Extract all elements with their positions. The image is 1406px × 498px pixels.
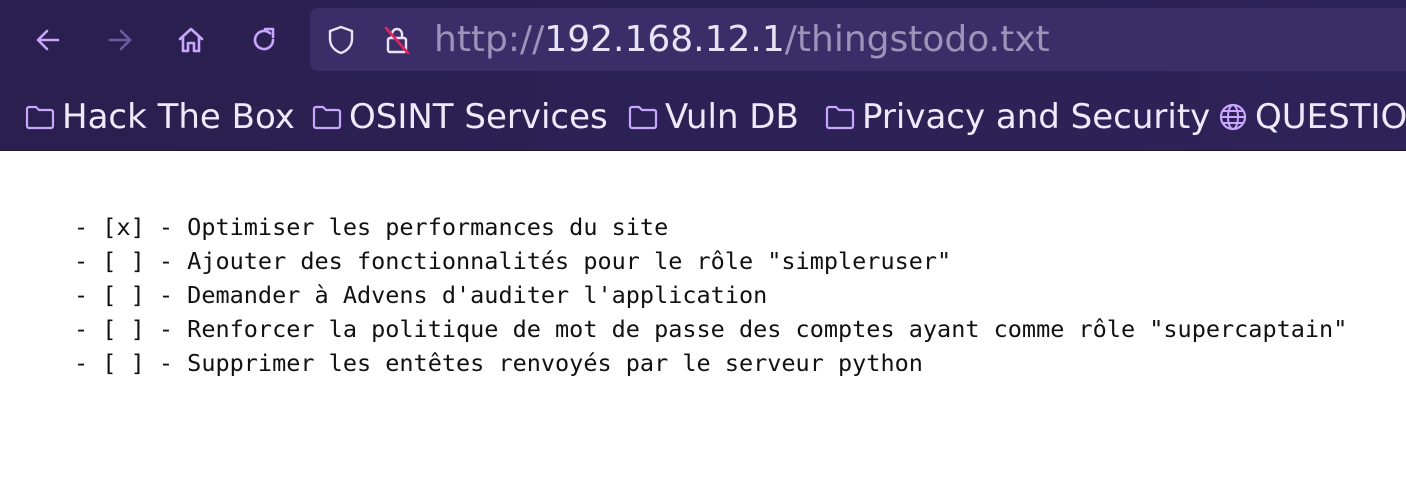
globe-icon [1217, 101, 1249, 133]
back-button[interactable] [26, 18, 70, 62]
page-content: - [x] - Optimiser les performances du si… [0, 151, 1406, 498]
url-text[interactable]: http://192.168.12.1/thingstodo.txt [434, 18, 1050, 62]
folder-icon [627, 101, 659, 133]
browser-chrome: http://192.168.12.1/thingstodo.txt Hack … [0, 0, 1406, 151]
url-bar[interactable]: http://192.168.12.1/thingstodo.txt [310, 8, 1406, 71]
folder-icon [311, 101, 343, 133]
bookmark-folder-privacy-and-security[interactable]: Privacy and Security [824, 92, 1210, 142]
bookmark-folder-osint-services[interactable]: OSINT Services [311, 92, 608, 142]
url-path: /thingstodo.txt [784, 19, 1050, 60]
home-button[interactable] [169, 18, 213, 62]
bookmark-label: Vuln DB [665, 97, 799, 137]
bookmark-label: OSINT Services [349, 97, 608, 137]
tracking-protection-button[interactable] [324, 23, 358, 57]
todo-line: - [ ] - Supprimer les entêtes renvoyés p… [74, 349, 923, 377]
bookmark-questio[interactable]: QUESTIO [1217, 92, 1406, 142]
home-icon [178, 27, 204, 53]
bookmark-folder-hack-the-box[interactable]: Hack The Box [24, 92, 295, 142]
back-arrow-icon [36, 29, 60, 51]
todo-line: - [ ] - Ajouter des fonctionnalités pour… [74, 247, 952, 275]
bookmark-label: Hack The Box [62, 97, 295, 137]
site-security-button[interactable] [380, 23, 414, 57]
bookmark-label: QUESTIO [1255, 97, 1406, 137]
bookmark-folder-vuln-db[interactable]: Vuln DB [627, 92, 799, 142]
insecure-lock-icon [384, 26, 410, 55]
text-document: - [x] - Optimiser les performances du si… [74, 210, 1347, 380]
todo-line: - [x] - Optimiser les performances du si… [74, 213, 669, 241]
url-host: 192.168.12.1 [544, 19, 785, 60]
forward-button[interactable] [98, 18, 142, 62]
bookmarks-toolbar: Hack The Box OSINT Services Vuln DB Priv… [0, 86, 1406, 148]
bookmark-label: Privacy and Security [862, 97, 1211, 137]
todo-line: - [ ] - Renforcer la politique de mot de… [74, 315, 1348, 343]
folder-icon [24, 101, 56, 133]
todo-line: - [ ] - Demander à Advens d'auditer l'ap… [74, 281, 768, 309]
reload-icon [253, 27, 275, 51]
reload-button[interactable] [242, 18, 286, 62]
url-scheme: http:// [434, 19, 545, 60]
folder-icon [824, 101, 856, 133]
forward-arrow-icon [108, 29, 132, 51]
navigation-toolbar: http://192.168.12.1/thingstodo.txt [0, 0, 1406, 82]
shield-icon [328, 25, 354, 55]
